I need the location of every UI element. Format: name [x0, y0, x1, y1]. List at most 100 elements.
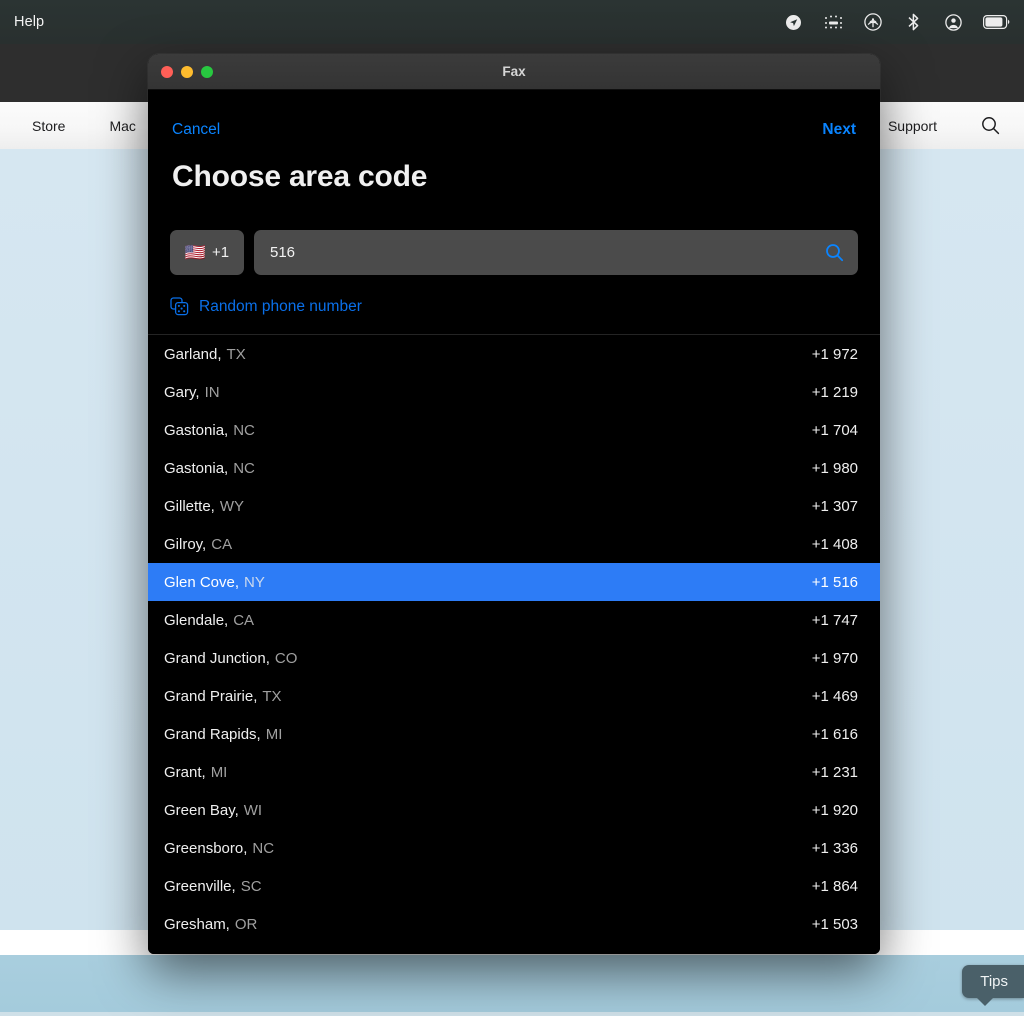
area-code-city: Grand Junction, — [164, 650, 270, 667]
area-code-city: Gilroy, — [164, 536, 206, 553]
area-code-row[interactable]: Gastonia, NC +1 704 — [148, 411, 880, 449]
area-code-row[interactable]: Garland,TX+1 972 — [148, 335, 880, 373]
random-phone-number-row[interactable]: Random phone number — [148, 275, 880, 316]
area-code-state: NC — [252, 840, 274, 857]
area-code-city: Gastonia, — [164, 422, 228, 439]
area-code-row[interactable]: Greensboro,NC+1 336 — [148, 829, 880, 867]
area-code-number: +1 219 — [812, 384, 858, 401]
dialog-heading: Choose area code — [148, 146, 880, 194]
random-phone-number-label[interactable]: Random phone number — [199, 298, 362, 316]
area-code-state: OR — [235, 916, 258, 933]
bluetooth-icon[interactable] — [902, 11, 924, 33]
area-code-number: +1 704 — [812, 422, 858, 439]
area-code-number: +1 616 — [812, 726, 858, 743]
tips-label: Tips — [980, 973, 1008, 990]
area-code-number: +1 747 — [812, 612, 858, 629]
country-code-selector[interactable]: 🇺🇸 +1 — [170, 230, 244, 275]
area-code-city: Greensboro, — [164, 840, 247, 857]
area-code-row[interactable]: Glendale, CA +1 747 — [148, 601, 880, 639]
area-code-city: Garland, — [164, 346, 222, 363]
area-code-row[interactable]: Gillette, WY +1 307 — [148, 487, 880, 525]
dialog-body: Cancel Next Choose area code 🇺🇸 +1 — [148, 90, 880, 954]
area-code-number: +1 970 — [812, 650, 858, 667]
menu-bar-status-items — [782, 11, 1010, 33]
area-code-number: +1 469 — [812, 688, 858, 705]
zoom-window-button[interactable] — [201, 66, 213, 78]
window-traffic-lights — [148, 66, 213, 78]
page-footer-area — [0, 955, 1024, 1012]
area-code-row[interactable]: Grand Rapids,MI+1 616 — [148, 715, 880, 753]
area-code-row[interactable]: Grant, MI +1 231 — [148, 753, 880, 791]
area-code-city: Gillette, — [164, 498, 215, 515]
area-code-row[interactable]: Greenville, SC +1 864 — [148, 867, 880, 905]
area-code-search-input[interactable] — [270, 244, 825, 261]
search-row: 🇺🇸 +1 — [148, 194, 880, 275]
area-code-city: Greenville, — [164, 878, 236, 895]
dice-icon — [170, 297, 189, 316]
area-code-city: Gresham, — [164, 916, 230, 933]
area-code-number: +1 980 — [812, 460, 858, 477]
country-code-label: +1 — [212, 244, 229, 261]
area-code-city: Green Bay, — [164, 802, 239, 819]
close-window-button[interactable] — [161, 66, 173, 78]
area-code-row[interactable]: Grand Junction, CO +1 970 — [148, 639, 880, 677]
tips-tooltip-arrow — [976, 997, 994, 1006]
screen-mirroring-icon[interactable] — [822, 11, 844, 33]
area-code-state: CA — [211, 536, 232, 553]
dialog-top-bar: Cancel Next — [148, 90, 880, 146]
menu-bar-left: Help — [14, 14, 44, 30]
us-flag-icon: 🇺🇸 — [185, 244, 206, 261]
area-code-row[interactable]: Gastonia, NC +1 980 — [148, 449, 880, 487]
area-code-row[interactable]: Gresham,OR+1 503 — [148, 905, 880, 943]
area-code-state: NY — [244, 574, 265, 591]
minimize-window-button[interactable] — [181, 66, 193, 78]
area-code-state: NC — [233, 460, 255, 477]
area-code-state: CO — [275, 650, 298, 667]
area-code-number: +1 231 — [812, 764, 858, 781]
area-code-row[interactable]: Green Bay, WI +1 920 — [148, 791, 880, 829]
area-code-city: Glen Cove, — [164, 574, 239, 591]
area-code-row[interactable]: Gilroy, CA +1 408 — [148, 525, 880, 563]
area-code-city: Gastonia, — [164, 460, 228, 477]
battery-icon[interactable] — [982, 11, 1010, 33]
area-code-number: +1 408 — [812, 536, 858, 553]
area-code-state: IN — [205, 384, 220, 401]
area-code-state: NC — [233, 422, 255, 439]
area-code-state: WI — [244, 802, 262, 819]
area-code-city: Gary, — [164, 384, 200, 401]
airdrop-icon[interactable] — [862, 11, 884, 33]
area-code-state: CA — [233, 612, 254, 629]
area-code-search-box[interactable] — [254, 230, 858, 275]
search-icon[interactable] — [825, 243, 844, 262]
site-search-icon[interactable] — [959, 116, 1014, 135]
area-code-number: +1 920 — [812, 802, 858, 819]
area-code-row[interactable]: Gary, IN +1 219 — [148, 373, 880, 411]
macos-menu-bar: Help — [0, 0, 1024, 44]
area-code-state: SC — [241, 878, 262, 895]
area-code-state: TX — [262, 688, 281, 705]
area-code-row[interactable]: Grand Prairie, TX +1 469 — [148, 677, 880, 715]
area-code-city: Grand Prairie, — [164, 688, 257, 705]
window-title: Fax — [148, 64, 880, 79]
location-services-icon[interactable] — [782, 11, 804, 33]
cancel-button[interactable]: Cancel — [172, 121, 220, 139]
window-titlebar[interactable]: Fax — [148, 54, 880, 90]
menu-item-help[interactable]: Help — [14, 14, 44, 30]
area-code-number: +1 307 — [812, 498, 858, 515]
user-account-icon[interactable] — [942, 11, 964, 33]
tips-tooltip[interactable]: Tips — [962, 965, 1024, 998]
area-code-state: MI — [211, 764, 228, 781]
area-code-state: TX — [227, 346, 246, 363]
tips-tooltip-box[interactable]: Tips — [962, 965, 1024, 998]
area-code-state: MI — [266, 726, 283, 743]
area-code-list[interactable]: Garland,TX+1 972Gary,IN+1 219Gastonia,NC… — [148, 334, 880, 954]
area-code-state: WY — [220, 498, 244, 515]
area-code-city: Grant, — [164, 764, 206, 781]
desktop-background: Help — [0, 0, 1024, 1016]
area-code-number: +1 864 — [812, 878, 858, 895]
next-button[interactable]: Next — [822, 121, 856, 139]
area-code-row[interactable]: Glen Cove,NY+1 516 — [148, 563, 880, 601]
area-code-city: Glendale, — [164, 612, 228, 629]
nav-item-store[interactable]: Store — [10, 118, 87, 134]
fax-dialog-window[interactable]: Fax Cancel Next Choose area code 🇺🇸 +1 — [148, 54, 880, 954]
